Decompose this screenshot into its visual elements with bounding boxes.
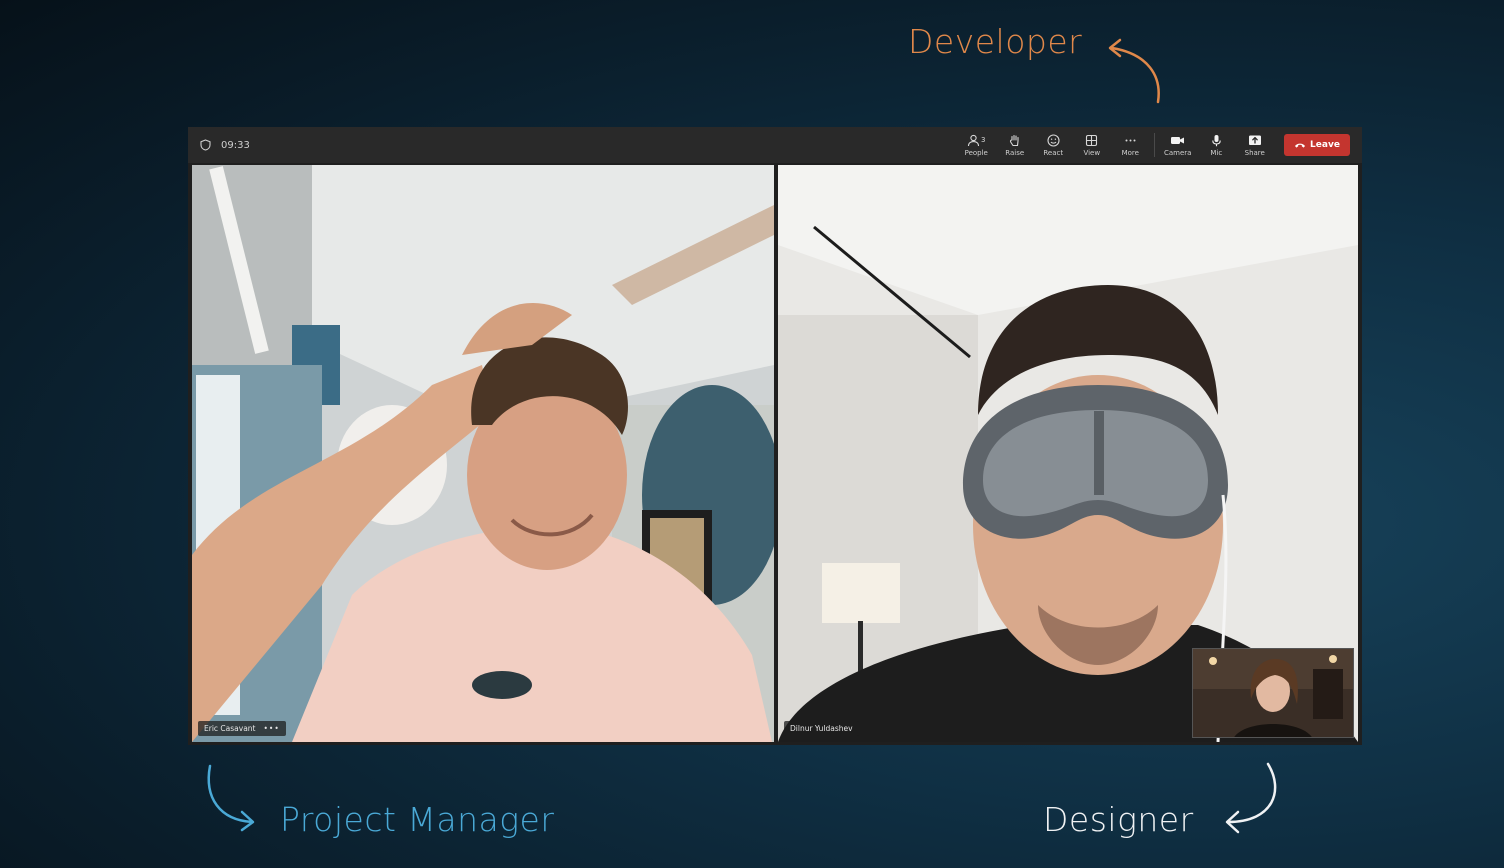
meeting-top-bar: 09:33 3 People Raise React View More Cam… — [188, 127, 1362, 163]
mic-label: Mic — [1210, 148, 1223, 157]
self-view-frame — [1193, 649, 1353, 737]
more-label: More — [1121, 148, 1139, 157]
people-icon-wrap: 3 — [967, 134, 985, 147]
developer-annotation: Developer — [908, 22, 1083, 61]
participant-name: Dilnur Yuldashev — [790, 724, 853, 733]
shield-icon — [200, 139, 211, 151]
meeting-duration: 09:33 — [221, 139, 250, 151]
smiley-icon — [1047, 133, 1060, 147]
leave-label: Leave — [1310, 140, 1340, 150]
raise-label: Raise — [1005, 148, 1025, 157]
camera-icon — [1171, 136, 1185, 144]
toolbar-divider — [1153, 133, 1155, 157]
view-label: View — [1083, 148, 1101, 157]
project-manager-annotation: Project Manager — [280, 800, 555, 839]
meeting-window: 09:33 3 People Raise React View More Cam… — [188, 127, 1362, 745]
share-label: Share — [1244, 148, 1265, 157]
camera-button[interactable]: Camera — [1159, 129, 1198, 161]
microphone-icon — [1212, 134, 1221, 146]
people-label: People — [964, 148, 988, 157]
project-manager-arrow-icon — [207, 764, 255, 832]
self-view-video[interactable] — [1192, 648, 1354, 738]
grid-view-icon — [1086, 134, 1098, 146]
more-options-icon[interactable]: ••• — [263, 724, 279, 733]
participant-video-frame — [192, 165, 774, 742]
participant-name-tag: Eric Casavant ••• — [198, 721, 286, 736]
participant-name-tag: Dilnur Yuldashev — [784, 721, 859, 736]
more-dots-icon — [1125, 139, 1136, 141]
react-label: React — [1043, 148, 1064, 157]
share-button[interactable]: Share — [1236, 129, 1275, 161]
hang-up-icon — [1295, 143, 1306, 148]
meeting-toolbar: 3 People Raise React View More Camera Mi… — [957, 127, 1350, 163]
mic-button[interactable]: Mic — [1197, 129, 1236, 161]
leave-button[interactable]: Leave — [1284, 134, 1350, 156]
camera-label: Camera — [1164, 148, 1192, 157]
people-button[interactable]: 3 People — [957, 129, 996, 161]
designer-annotation: Designer — [1043, 800, 1194, 839]
designer-arrow-icon — [1225, 762, 1277, 834]
raise-hand-button[interactable]: Raise — [996, 129, 1035, 161]
more-button[interactable]: More — [1111, 129, 1150, 161]
people-icon — [967, 134, 980, 146]
developer-arrow-icon — [1108, 38, 1160, 104]
participant-video-tile[interactable]: Eric Casavant ••• — [192, 165, 774, 742]
participant-name: Eric Casavant — [204, 724, 256, 733]
view-button[interactable]: View — [1073, 129, 1112, 161]
react-button[interactable]: React — [1034, 129, 1073, 161]
share-screen-icon — [1248, 135, 1261, 145]
people-count: 3 — [981, 136, 986, 144]
meeting-timer: 09:33 — [200, 139, 250, 151]
active-speaker-video-tile[interactable]: Dilnur Yuldashev — [778, 165, 1358, 742]
raise-hand-icon — [1010, 134, 1019, 146]
